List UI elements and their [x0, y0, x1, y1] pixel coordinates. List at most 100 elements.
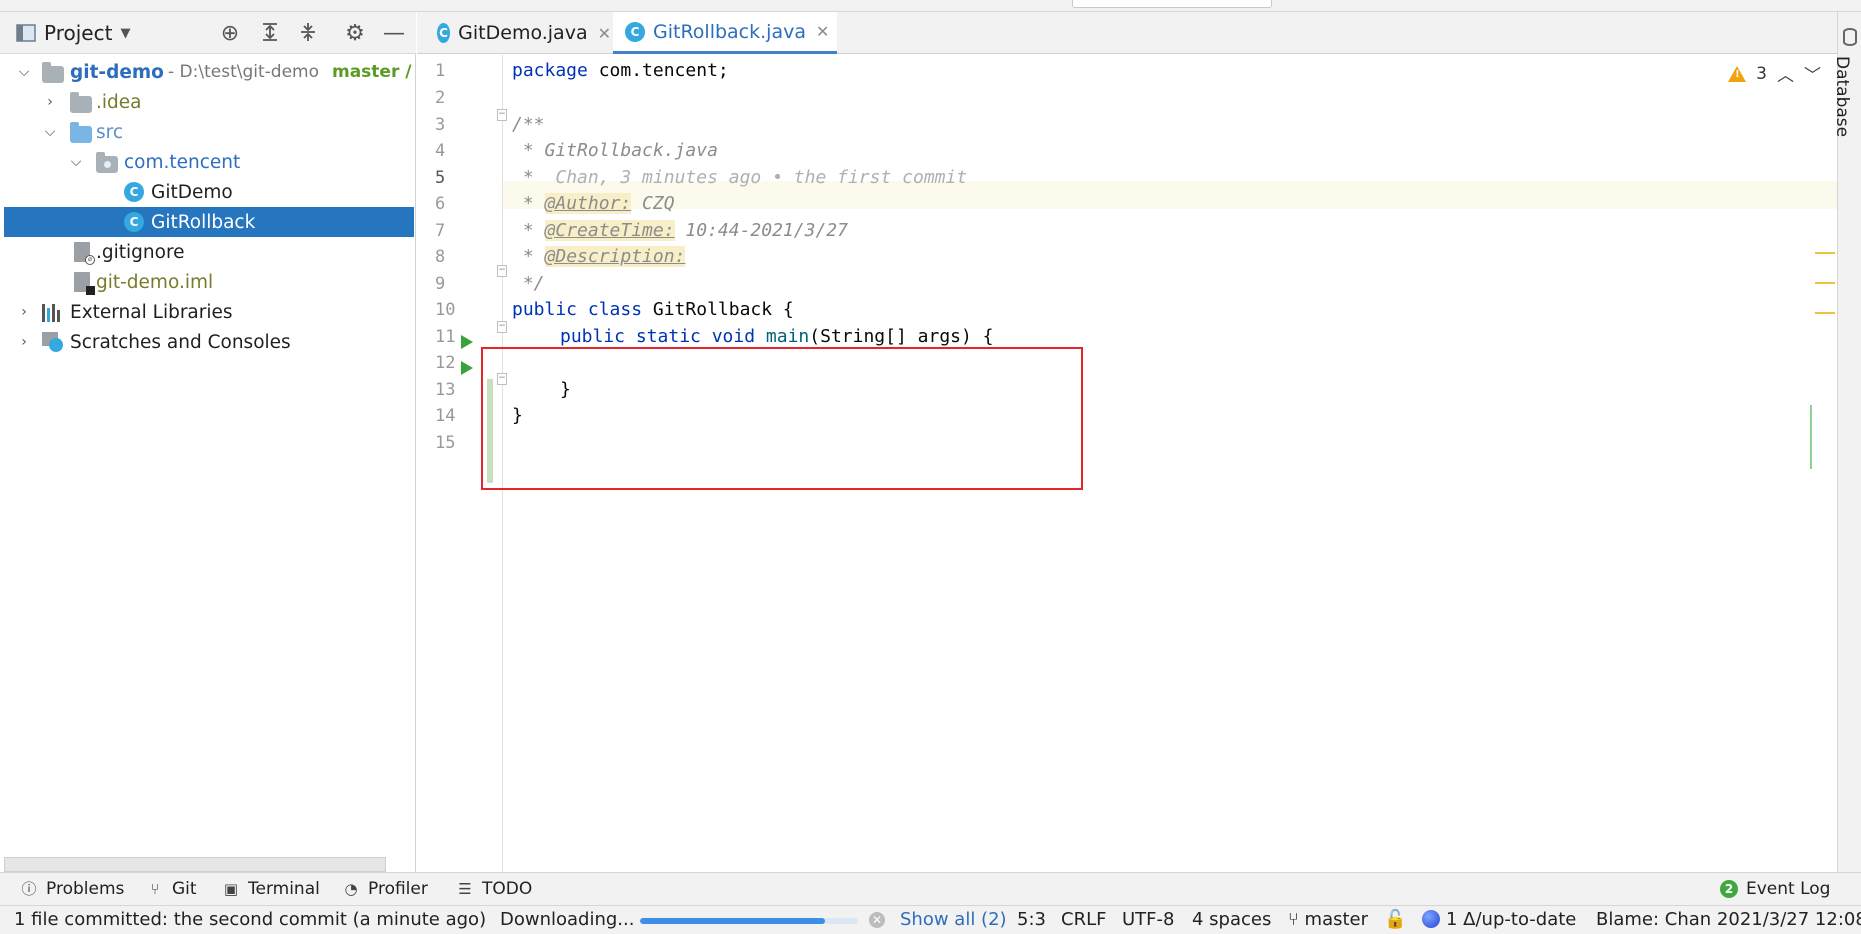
java-class-icon: C [124, 212, 146, 232]
profiler-tool-button[interactable]: ◔ Profiler [342, 879, 427, 899]
tab-label: GitDemo.java [458, 22, 588, 44]
project-header: Project ▼ ⊕ ⚙ — [0, 12, 416, 54]
line-number: 13 [435, 380, 456, 400]
change-stripe-mark[interactable] [1810, 405, 1812, 469]
line-number: 15 [435, 433, 456, 453]
project-view-selector[interactable]: Project ▼ [16, 21, 130, 45]
chevron-right-icon[interactable]: › [16, 334, 32, 350]
gear-icon[interactable]: ⚙ [343, 22, 367, 46]
blame-info[interactable]: Blame: Chan 2021/3/27 12:08 [1596, 909, 1861, 930]
git-branch-widget[interactable]: ⑂ master [1288, 909, 1368, 930]
tree-item-src[interactable]: ⌵ src [4, 117, 414, 147]
minimize-icon[interactable]: — [382, 22, 406, 46]
line-number: 6 [435, 194, 446, 214]
lock-icon[interactable]: 🔓 [1384, 909, 1406, 930]
tree-item-label: git-demo.iml [96, 271, 214, 293]
java-class-icon: C [625, 21, 645, 42]
event-count-badge: 2 [1720, 880, 1738, 898]
chevron-down-icon[interactable]: ⌵ [16, 64, 32, 80]
line-number: 5 [435, 168, 446, 188]
tree-item-label: .idea [96, 91, 142, 113]
tree-item-gitrollback[interactable]: C GitRollback [4, 207, 414, 237]
cancel-icon[interactable]: ✕ [869, 912, 885, 928]
tree-item-label: Scratches and Consoles [70, 331, 291, 353]
editor-tabs: C GitDemo.java ✕ C GitRollback.java ✕ [417, 12, 1837, 54]
warning-stripe-mark[interactable] [1815, 282, 1835, 284]
tree-item-label: External Libraries [70, 301, 233, 323]
tree-item-label: src [96, 121, 124, 143]
line-number: 9 [435, 274, 446, 294]
caret-position[interactable]: 5:3 [1017, 909, 1046, 930]
progress-fill [640, 918, 826, 924]
ignore-file-icon: ⌀ [74, 242, 96, 265]
chevron-up-icon[interactable]: ︿ [1777, 61, 1794, 86]
iml-file-icon [74, 272, 96, 295]
horizontal-scrollbar[interactable] [4, 857, 386, 872]
tree-item-git-demo-iml[interactable]: git-demo.iml [4, 267, 414, 297]
chevron-down-icon[interactable]: ﹀ [1804, 61, 1821, 86]
line-number: 4 [435, 141, 446, 161]
line-number: 1 [435, 61, 446, 81]
chevron-right-icon[interactable]: › [16, 304, 32, 320]
run-class-icon[interactable] [461, 335, 473, 349]
collapse-all-icon[interactable] [296, 22, 320, 46]
line-number: 11 [435, 327, 456, 347]
expand-all-icon[interactable] [258, 22, 282, 46]
line-number: 8 [435, 247, 446, 267]
line-number: 3 [435, 115, 446, 135]
chevron-right-icon[interactable]: › [42, 94, 58, 110]
code-line: * @Description: [512, 246, 686, 267]
warning-stripe-mark[interactable] [1815, 252, 1835, 254]
inspection-widget[interactable]: ! 3 ︿ ﹀ [1728, 61, 1821, 86]
source-folder-icon [70, 122, 92, 146]
vcs-status[interactable]: 1 Δ/up-to-date [1422, 909, 1576, 930]
module-folder-icon [42, 62, 64, 83]
problems-tool-button[interactable]: ⓘ Problems [20, 879, 124, 899]
chevron-down-icon[interactable]: ⌵ [42, 124, 58, 140]
folder-icon [70, 92, 92, 116]
status-message[interactable]: 1 file committed: the second commit (a m… [14, 909, 486, 930]
java-class-icon: C [437, 23, 451, 43]
tree-item-git-demo[interactable]: ⌵ git-demo - D:\test\git-demo master / ' [4, 57, 423, 87]
file-encoding[interactable]: UTF-8 [1122, 909, 1174, 930]
code-line: /** [512, 114, 545, 135]
tab-gitdemo-java[interactable]: C GitDemo.java ✕ [425, 12, 611, 54]
close-icon[interactable]: ✕ [598, 24, 611, 43]
highlight-box [481, 347, 1083, 490]
tab-label: GitRollback.java [653, 20, 806, 43]
package-icon [96, 152, 118, 176]
tree-item-idea[interactable]: › .idea [4, 87, 414, 117]
warning-stripe-mark[interactable] [1815, 312, 1835, 314]
close-icon[interactable]: ✕ [816, 22, 829, 41]
download-status: Downloading... [500, 909, 635, 930]
tree-item-label: com.tencent [124, 151, 241, 173]
project-title: Project [44, 21, 113, 45]
code-line: package com.tencent; [512, 60, 729, 81]
locate-icon[interactable]: ⊕ [218, 22, 242, 46]
todo-tool-button[interactable]: ☰ TODO [456, 879, 532, 899]
tab-gitrollback-java[interactable]: C GitRollback.java ✕ [613, 12, 837, 54]
run-main-icon[interactable] [461, 361, 473, 375]
fold-icon[interactable]: − [497, 109, 507, 121]
scratches-icon [42, 332, 64, 352]
git-tool-button[interactable]: ⑂ Git [146, 879, 196, 899]
code-editor[interactable]: 1 2 3 4 5 6 7 8 9 10 11 12 13 14 15 − − … [417, 55, 1837, 872]
fold-icon[interactable]: − [497, 321, 507, 333]
show-all-link[interactable]: Show all (2) [900, 909, 1007, 930]
line-separator[interactable]: CRLF [1061, 909, 1106, 930]
tree-item-external-libraries[interactable]: › External Libraries [4, 297, 414, 327]
search-everywhere-field[interactable] [1072, 0, 1272, 8]
warning-count: 3 [1756, 63, 1767, 84]
event-log-button[interactable]: 2 Event Log [1720, 879, 1830, 899]
tree-item-scratches[interactable]: › Scratches and Consoles [4, 327, 414, 357]
fold-icon[interactable]: − [497, 265, 507, 277]
chevron-down-icon[interactable]: ⌵ [68, 154, 84, 170]
tree-item-com-tencent[interactable]: ⌵ com.tencent [4, 147, 414, 177]
tree-item-gitdemo[interactable]: C GitDemo [4, 177, 414, 207]
indent-setting[interactable]: 4 spaces [1192, 909, 1271, 930]
list-icon: ☰ [458, 880, 472, 898]
tree-item-gitignore[interactable]: ⌀ .gitignore [4, 237, 414, 267]
terminal-tool-button[interactable]: ▣ Terminal [222, 879, 320, 899]
libraries-icon [42, 302, 64, 322]
tool-label: Event Log [1746, 879, 1831, 899]
